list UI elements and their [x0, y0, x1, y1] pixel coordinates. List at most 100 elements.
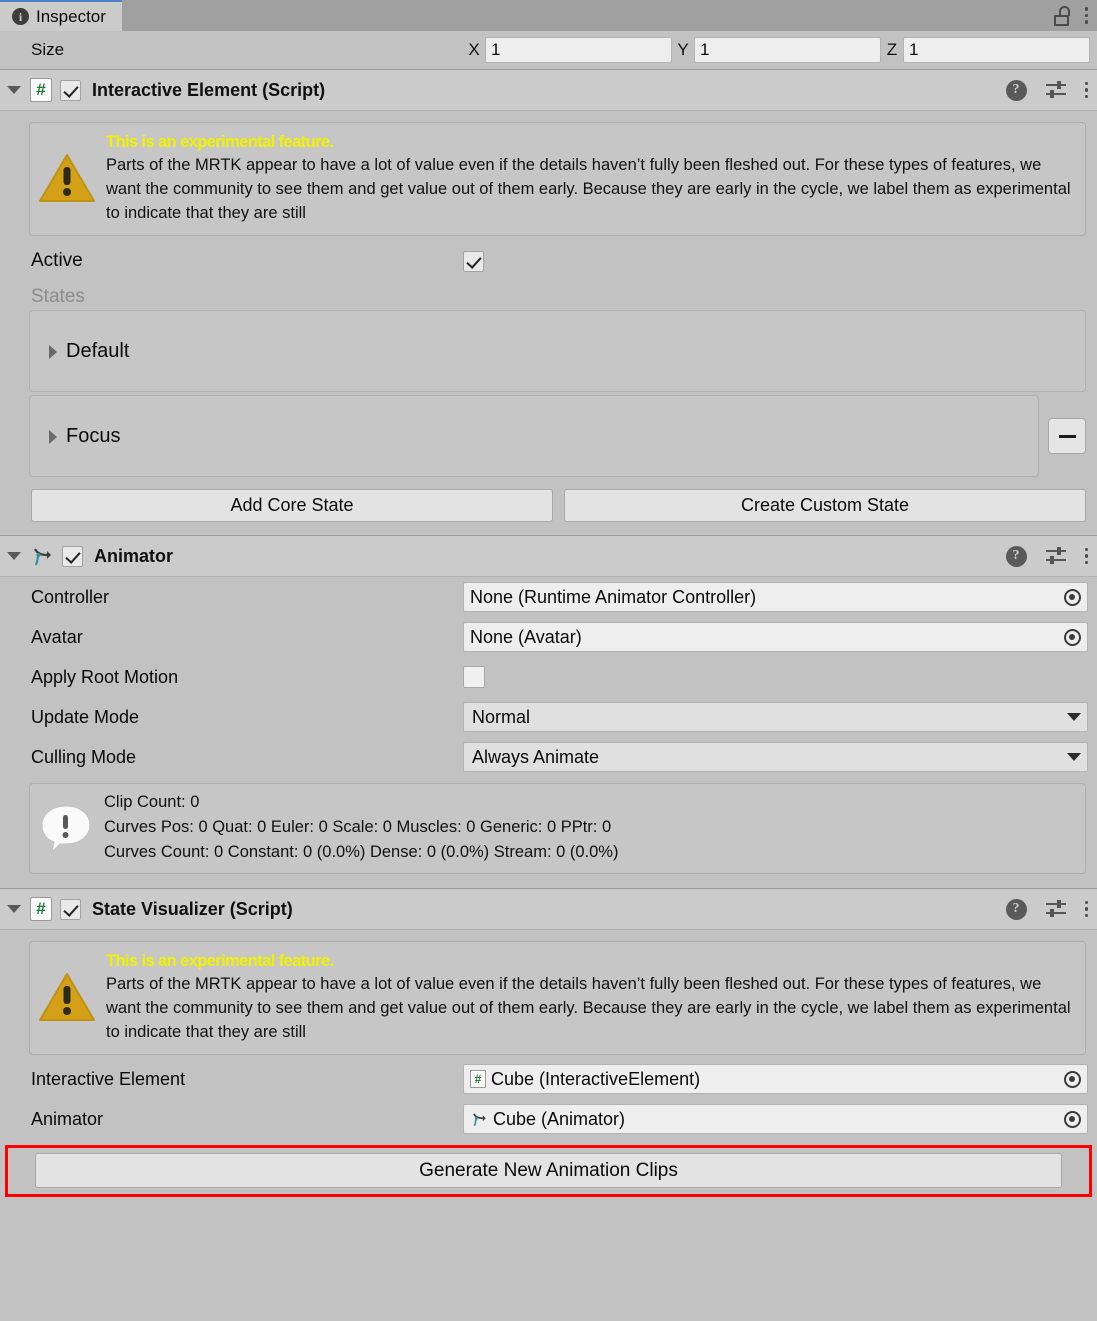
- active-checkbox[interactable]: [463, 250, 484, 272]
- curves-count-line: Curves Count: 0 Constant: 0 (0.0%) Dense…: [104, 843, 619, 861]
- culling-mode-label: Culling Mode: [31, 746, 137, 767]
- active-label: Active: [31, 250, 83, 271]
- axis-label-z: Z: [886, 40, 898, 59]
- states-section-label: States: [31, 286, 85, 307]
- state-foldout-default[interactable]: Default: [29, 310, 1086, 392]
- field-row-avatar: Avatar None (Avatar): [0, 617, 1097, 657]
- experimental-warning-heading: This is an experimental feature.: [106, 133, 334, 151]
- script-hash-icon: #: [30, 897, 52, 921]
- warning-triangle-icon: [38, 971, 96, 1023]
- apply-root-motion-label: Apply Root Motion: [31, 666, 179, 687]
- add-core-state-button[interactable]: Add Core State: [31, 489, 553, 522]
- component-title: State Visualizer (Script): [92, 898, 293, 919]
- field-row-interactive-element-ref: Interactive Element # Cube (InteractiveE…: [0, 1059, 1097, 1099]
- remove-state-button[interactable]: [1048, 418, 1086, 454]
- update-mode-dropdown[interactable]: Normal: [463, 702, 1088, 732]
- component-header-actions: ?: [1005, 545, 1088, 567]
- chevron-down-icon: [1067, 713, 1081, 721]
- axis-label-y: Y: [677, 40, 689, 59]
- kebab-menu-icon[interactable]: [1084, 81, 1088, 99]
- update-mode-label: Update Mode: [31, 706, 140, 727]
- field-row-update-mode: Update Mode Normal: [0, 697, 1097, 737]
- foldout-arrow-icon[interactable]: [6, 901, 22, 917]
- state-name-label: Focus: [66, 424, 121, 447]
- size-x-group: X 1: [463, 37, 672, 63]
- component-header-state-visualizer[interactable]: # State Visualizer (Script) ?: [0, 888, 1097, 930]
- animator-body: Controller None (Runtime Animator Contro…: [0, 577, 1097, 888]
- controller-value: None (Runtime Animator Controller): [470, 586, 757, 607]
- component-enabled-checkbox[interactable]: [62, 545, 83, 567]
- interactive-element-object-field[interactable]: # Cube (InteractiveElement): [463, 1064, 1088, 1094]
- state-name-label: Default: [66, 339, 130, 362]
- size-y-input[interactable]: 1: [694, 37, 881, 63]
- field-row-apply-root-motion: Apply Root Motion: [0, 657, 1097, 697]
- tab-inspector[interactable]: i Inspector: [0, 0, 122, 31]
- clip-count-line: Clip Count: 0: [104, 793, 200, 811]
- chevron-down-icon: [1067, 753, 1081, 761]
- culling-mode-value: Always Animate: [472, 746, 600, 767]
- foldout-arrow-icon[interactable]: [6, 548, 22, 564]
- avatar-value: None (Avatar): [470, 626, 582, 647]
- preset-icon[interactable]: [1045, 80, 1067, 100]
- component-header-animator[interactable]: Animator ?: [0, 535, 1097, 577]
- component-header-actions: ?: [1005, 79, 1088, 101]
- experimental-warning-text-2: This is an experimental feature. Parts o…: [106, 950, 1075, 1044]
- state-row-default: Default: [0, 310, 1097, 392]
- animator-icon: [470, 1110, 488, 1128]
- kebab-menu-icon[interactable]: [1084, 7, 1088, 24]
- help-icon[interactable]: ?: [1005, 898, 1027, 920]
- curves-breakdown-line: Curves Pos: 0 Quat: 0 Euler: 0 Scale: 0 …: [104, 818, 612, 836]
- object-picker-icon[interactable]: [1059, 624, 1085, 650]
- foldout-arrow-icon[interactable]: [6, 82, 22, 98]
- size-row: Size X 1 Y 1 Z 1: [0, 31, 1097, 69]
- preset-icon[interactable]: [1045, 546, 1067, 566]
- tab-bar-right-controls: [1053, 0, 1097, 31]
- create-custom-state-button[interactable]: Create Custom State: [564, 489, 1086, 522]
- help-icon[interactable]: ?: [1005, 545, 1027, 567]
- component-header-interactive-element[interactable]: # Interactive Element (Script) ?: [0, 69, 1097, 111]
- field-row-controller: Controller None (Runtime Animator Contro…: [0, 577, 1097, 617]
- tab-label: Inspector: [36, 6, 106, 26]
- animator-info-text: Clip Count: 0 Curves Pos: 0 Quat: 0 Eule…: [104, 790, 618, 865]
- interactive-element-ref-value: Cube (InteractiveElement): [491, 1068, 701, 1089]
- object-picker-icon[interactable]: [1059, 584, 1085, 610]
- controller-object-field[interactable]: None (Runtime Animator Controller): [463, 582, 1088, 612]
- component-enabled-checkbox[interactable]: [60, 898, 81, 920]
- experimental-warning-box-2: This is an experimental feature. Parts o…: [29, 941, 1086, 1055]
- component-title: Interactive Element (Script): [92, 79, 326, 100]
- animator-icon: [30, 544, 54, 568]
- field-row-culling-mode: Culling Mode Always Animate: [0, 737, 1097, 777]
- generate-clips-highlight: Generate New Animation Clips: [5, 1145, 1092, 1197]
- size-label: Size: [31, 40, 65, 59]
- experimental-warning-body: Parts of the MRTK appear to have a lot o…: [106, 156, 1071, 222]
- unlocked-padlock-icon[interactable]: [1053, 5, 1071, 26]
- avatar-label: Avatar: [31, 626, 83, 647]
- kebab-menu-icon[interactable]: [1084, 547, 1088, 565]
- avatar-object-field[interactable]: None (Avatar): [463, 622, 1088, 652]
- chevron-right-icon[interactable]: [46, 429, 60, 444]
- state-row-focus: Focus: [0, 395, 1097, 477]
- experimental-warning-box: This is an experimental feature. Parts o…: [29, 122, 1086, 236]
- preset-icon[interactable]: [1045, 899, 1067, 919]
- script-hash-icon: #: [470, 1070, 486, 1088]
- size-x-input[interactable]: 1: [485, 37, 672, 63]
- culling-mode-dropdown[interactable]: Always Animate: [463, 742, 1088, 772]
- object-picker-icon[interactable]: [1059, 1066, 1085, 1092]
- inspector-tab-bar: i Inspector: [0, 0, 1097, 31]
- chevron-right-icon[interactable]: [46, 344, 60, 359]
- generate-new-animation-clips-button[interactable]: Generate New Animation Clips: [35, 1153, 1062, 1188]
- help-icon[interactable]: ?: [1005, 79, 1027, 101]
- warning-triangle-icon: [38, 152, 96, 204]
- component-title: Animator: [94, 545, 174, 566]
- active-row: Active: [0, 240, 1097, 282]
- experimental-warning-text: This is an experimental feature. Parts o…: [106, 131, 1075, 225]
- kebab-menu-icon[interactable]: [1084, 900, 1088, 918]
- animator-info-box: Clip Count: 0 Curves Pos: 0 Quat: 0 Eule…: [29, 783, 1086, 874]
- state-foldout-focus[interactable]: Focus: [29, 395, 1039, 477]
- object-picker-icon[interactable]: [1059, 1106, 1085, 1132]
- animator-object-field[interactable]: Cube (Animator): [463, 1104, 1088, 1134]
- size-z-input[interactable]: 1: [903, 37, 1090, 63]
- component-enabled-checkbox[interactable]: [60, 79, 81, 101]
- apply-root-motion-checkbox[interactable]: [463, 666, 485, 688]
- experimental-warning-body-2: Parts of the MRTK appear to have a lot o…: [106, 975, 1071, 1041]
